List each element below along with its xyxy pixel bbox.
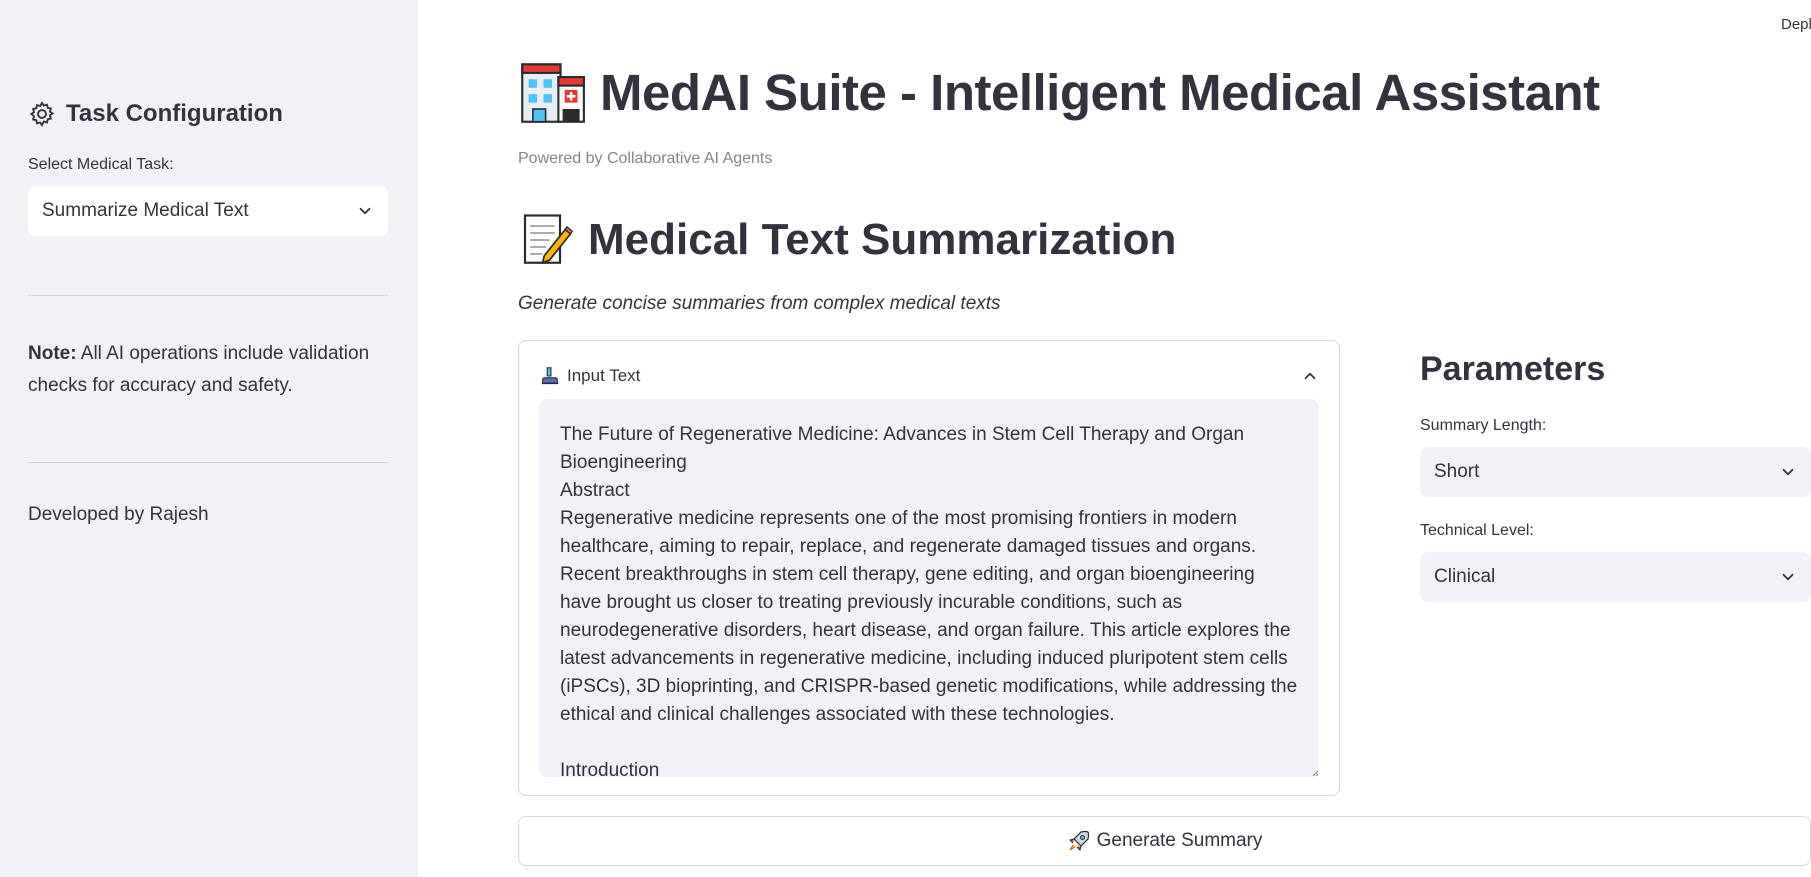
- sidebar-heading-text: Task Configuration: [66, 100, 283, 127]
- rocket-icon: [1068, 830, 1089, 851]
- page-title-text: MedAI Suite - Intelligent Medical Assist…: [600, 63, 1600, 121]
- sidebar: Task Configuration Select Medical Task: …: [0, 0, 418, 877]
- microscope-icon: [541, 367, 559, 385]
- expander-header[interactable]: Input Text: [539, 359, 1319, 393]
- chevron-up-icon[interactable]: [1301, 367, 1319, 385]
- chevron-down-icon: [1782, 468, 1794, 476]
- section-description: Generate concise summaries from complex …: [518, 293, 1001, 314]
- task-select-value: Summarize Medical Text: [42, 200, 249, 221]
- note-label: Note:: [28, 343, 77, 364]
- note-text: All AI operations include validation che…: [28, 343, 370, 396]
- technical-level-label: Technical Level:: [1420, 522, 1534, 539]
- sidebar-note: Note: All AI operations include validati…: [28, 338, 398, 402]
- sidebar-divider: [28, 462, 388, 463]
- developer-credit: Developed by Rajesh: [28, 504, 209, 525]
- technical-level-select[interactable]: Clinical: [1420, 552, 1811, 602]
- generate-summary-label: Generate Summary: [1096, 830, 1263, 851]
- input-textarea[interactable]: The Future of Regenerative Medicine: Adv…: [539, 399, 1319, 777]
- section-title: Medical Text Summarization: [518, 212, 1176, 268]
- resize-handle-icon[interactable]: [1311, 769, 1319, 777]
- summary-length-select[interactable]: Short: [1420, 447, 1811, 497]
- sidebar-heading: Task Configuration: [28, 100, 283, 128]
- deploy-button[interactable]: Deploy: [1781, 16, 1811, 33]
- section-title-text: Medical Text Summarization: [588, 215, 1177, 264]
- input-text-expander: Input Text The Future of Regenerative Me…: [518, 340, 1340, 796]
- technical-level-value: Clinical: [1434, 566, 1496, 587]
- task-select[interactable]: Summarize Medical Text: [28, 186, 388, 236]
- gear-icon: [29, 101, 55, 127]
- page-title: MedAI Suite - Intelligent Medical Assist…: [518, 58, 1600, 126]
- sidebar-divider: [28, 295, 388, 296]
- generate-summary-button[interactable]: Generate Summary: [518, 816, 1811, 866]
- chevron-down-icon: [359, 207, 371, 215]
- summary-length-value: Short: [1434, 461, 1480, 482]
- hospital-icon: [521, 63, 585, 123]
- parameters-title: Parameters: [1420, 350, 1606, 388]
- chevron-down-icon: [1782, 573, 1794, 581]
- expander-label: Input Text: [567, 366, 641, 385]
- page-subtitle: Powered by Collaborative AI Agents: [518, 150, 773, 167]
- task-select-label: Select Medical Task:: [28, 156, 174, 173]
- memo-icon: [523, 214, 574, 265]
- summary-length-label: Summary Length:: [1420, 417, 1547, 434]
